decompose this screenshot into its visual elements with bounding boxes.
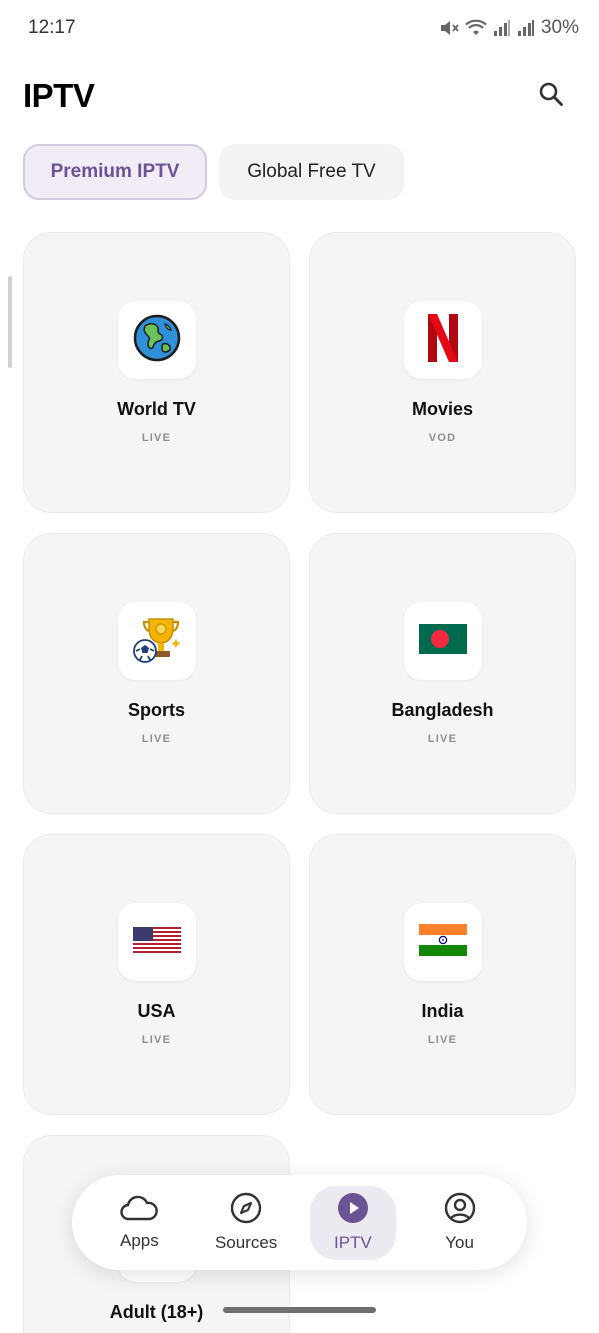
status-icons: 30% bbox=[439, 17, 579, 39]
card-title: Movies bbox=[411, 399, 474, 419]
card-title: Bangladesh bbox=[391, 700, 494, 720]
card-icon-container bbox=[403, 602, 482, 680]
card-usa[interactable]: USA LIVE bbox=[23, 834, 290, 1115]
usa-flag-icon bbox=[132, 926, 181, 958]
scrollbar[interactable] bbox=[8, 276, 12, 368]
status-bar: 12:17 30% bbox=[0, 0, 599, 56]
globe-icon bbox=[133, 314, 181, 367]
compass-icon bbox=[230, 1192, 262, 1229]
app-header: IPTV bbox=[0, 64, 599, 128]
card-sports[interactable]: Sports LIVE bbox=[23, 533, 290, 814]
wifi-icon bbox=[465, 19, 487, 37]
card-title: India bbox=[421, 1001, 464, 1021]
mute-icon bbox=[439, 19, 459, 37]
card-badge: LIVE bbox=[427, 1034, 458, 1046]
account-icon bbox=[444, 1192, 476, 1229]
signal-icon bbox=[493, 19, 511, 37]
nav-label: IPTV bbox=[333, 1233, 372, 1252]
play-circle-icon bbox=[337, 1192, 369, 1229]
bottom-navigation: Apps Sources IPTV You bbox=[72, 1175, 527, 1270]
card-icon-container bbox=[403, 301, 482, 379]
card-badge: LIVE bbox=[141, 1034, 172, 1046]
card-badge: VOD bbox=[428, 432, 457, 444]
card-title: World TV bbox=[117, 399, 196, 419]
tab-premium-iptv[interactable]: Premium IPTV bbox=[23, 144, 207, 200]
card-badge: LIVE bbox=[141, 432, 172, 444]
nav-label: You bbox=[445, 1233, 474, 1252]
india-flag-icon bbox=[418, 923, 467, 961]
category-tabs: Premium IPTV Global Free TV bbox=[23, 144, 404, 200]
card-title: Adult (18+) bbox=[109, 1302, 204, 1322]
card-icon-container bbox=[403, 903, 482, 981]
card-icon-container bbox=[117, 903, 196, 981]
home-indicator[interactable] bbox=[223, 1307, 376, 1313]
nav-label: Apps bbox=[120, 1231, 159, 1250]
card-movies[interactable]: Movies VOD bbox=[309, 232, 576, 513]
nav-sources[interactable]: Sources bbox=[203, 1186, 289, 1260]
page-title: IPTV bbox=[23, 77, 95, 114]
card-title: USA bbox=[137, 1001, 176, 1021]
card-icon-container bbox=[117, 301, 196, 379]
card-icon-container bbox=[117, 602, 196, 680]
card-badge: LIVE bbox=[427, 733, 458, 745]
cloud-icon bbox=[119, 1194, 159, 1227]
netflix-logo-icon bbox=[426, 312, 460, 369]
card-india[interactable]: India LIVE bbox=[309, 834, 576, 1115]
bangladesh-flag-icon bbox=[418, 623, 467, 659]
signal-icon bbox=[517, 19, 535, 37]
card-bangladesh[interactable]: Bangladesh LIVE bbox=[309, 533, 576, 814]
search-icon bbox=[538, 81, 564, 112]
battery-text: 30% bbox=[540, 17, 579, 38]
tab-global-free-tv[interactable]: Global Free TV bbox=[219, 144, 404, 200]
search-button[interactable] bbox=[531, 76, 571, 116]
card-badge: LIVE bbox=[141, 733, 172, 745]
trophy-icon bbox=[131, 613, 183, 670]
card-world-tv[interactable]: World TV LIVE bbox=[23, 232, 290, 513]
nav-iptv[interactable]: IPTV bbox=[309, 1185, 396, 1260]
card-title: Sports bbox=[127, 700, 185, 720]
status-time: 12:17 bbox=[28, 17, 76, 38]
nav-label: Sources bbox=[214, 1233, 278, 1252]
nav-apps[interactable]: Apps bbox=[96, 1186, 182, 1260]
nav-you[interactable]: You bbox=[417, 1186, 503, 1260]
